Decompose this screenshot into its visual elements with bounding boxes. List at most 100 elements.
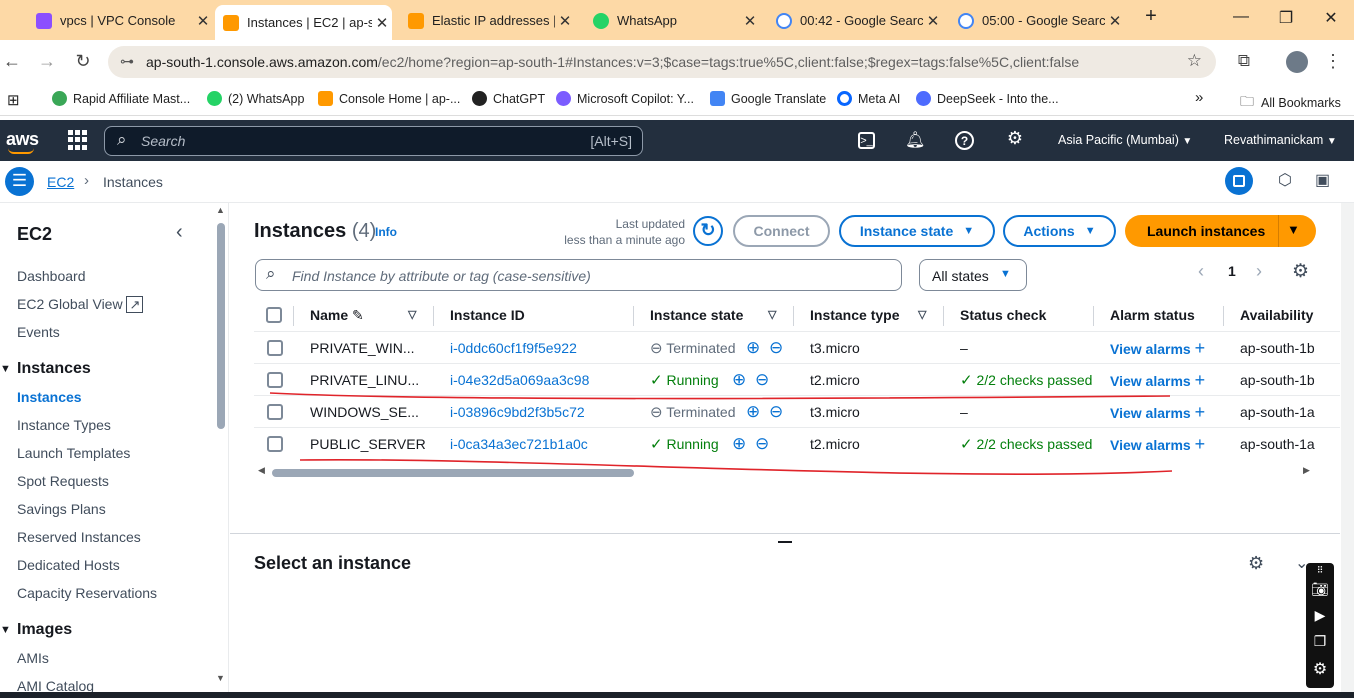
whatsapp-favicon-icon <box>593 12 609 29</box>
bookmark-item[interactable]: ChatGPT <box>472 91 545 106</box>
tab-google-1[interactable]: 00:42 - Google Search ✕ <box>768 6 943 35</box>
sidebar-item-launch-templates[interactable]: Launch Templates <box>17 445 130 461</box>
bottom-taskbar-strip <box>0 692 1354 698</box>
settings-gear-icon[interactable]: ⚙ <box>1310 659 1330 679</box>
sidebar-item-reserved-instances[interactable]: Reserved Instances <box>17 529 141 545</box>
aws-icon <box>318 91 333 106</box>
whatsapp-icon <box>207 91 222 106</box>
new-tab-icon[interactable]: + <box>1136 5 1166 28</box>
url-input[interactable]: ⊶ ap-south-1.console.aws.amazon.com/ec2/… <box>108 46 1216 78</box>
restore-icon[interactable]: ❐ <box>1271 8 1301 28</box>
tab-google-2[interactable]: 05:00 - Google Search ✕ <box>950 6 1125 35</box>
video-icon[interactable]: ▶ <box>1310 607 1330 627</box>
hamburger-menu-icon[interactable]: ☰ <box>5 167 34 196</box>
sidebar-item-instance-types[interactable]: Instance Types <box>17 417 111 433</box>
close-window-icon[interactable]: ✕ <box>1316 8 1346 28</box>
vpc-favicon-icon <box>36 12 52 29</box>
sidebar-section-images[interactable]: Images <box>17 621 72 639</box>
caret-down-icon: ▼ <box>1182 136 1193 147</box>
site-info-icon[interactable]: ⊶ <box>120 53 134 70</box>
aws-console-nav: aws ⌕ Search [Alt+S] >_ 🔔︎ ? ⚙ Asia Paci… <box>0 120 1354 161</box>
panel-settings-icon[interactable]: ▣ <box>1315 170 1330 190</box>
forward-icon[interactable]: → <box>35 51 59 72</box>
sidebar-item-amis[interactable]: AMIs <box>17 650 49 666</box>
breadcrumb-current: Instances <box>103 174 163 190</box>
tab-title: Instances | EC2 | ap-south-1 <box>247 15 372 30</box>
caret-down-icon[interactable]: ▼ <box>0 363 11 375</box>
caret-down-icon[interactable]: ▼ <box>0 624 11 636</box>
split-panel-title: Select an instance <box>254 553 412 573</box>
sidebar-item-instances[interactable]: Instances <box>17 389 82 405</box>
split-panel-divider[interactable] <box>230 533 1340 534</box>
layers-icon[interactable]: ❐ <box>1310 633 1330 653</box>
close-tab-icon[interactable]: ✕ <box>1105 12 1125 30</box>
menu-kebab-icon[interactable]: ⋮ <box>1321 51 1345 72</box>
sidebar-scrollbar[interactable]: ▲ ▼ <box>216 205 226 685</box>
translate-icon <box>710 91 725 106</box>
bookmark-item[interactable]: Google Translate <box>710 91 826 106</box>
bookmark-item[interactable]: Meta AI <box>837 91 900 106</box>
bookmark-item[interactable]: Console Home | ap-... <box>318 91 460 106</box>
sidebar-item-savings-plans[interactable]: Savings Plans <box>17 501 106 517</box>
reload-icon[interactable]: ↻ <box>71 51 95 72</box>
back-icon[interactable]: ← <box>0 51 24 72</box>
region-selector[interactable]: Asia Pacific (Mumbai) ▼ <box>1058 133 1192 147</box>
bookmark-item[interactable]: (2) WhatsApp <box>207 91 304 106</box>
tab-elastic-ip[interactable]: Elastic IP addresses | EC2 ✕ <box>400 6 575 35</box>
sidebar-section-instances[interactable]: Instances <box>17 360 91 378</box>
aws-logo[interactable]: aws <box>6 129 39 154</box>
bookmark-item[interactable]: DeepSeek - Into the... <box>916 91 1059 106</box>
profile-avatar[interactable] <box>1286 51 1308 73</box>
close-tab-icon[interactable]: ✕ <box>923 12 943 30</box>
tab-title: 00:42 - Google Search <box>800 13 923 28</box>
scroll-up-icon[interactable]: ▲ <box>216 205 225 215</box>
sidebar-item-events[interactable]: Events <box>17 324 60 340</box>
sidebar-item-spot-requests[interactable]: Spot Requests <box>17 473 109 489</box>
gear-icon[interactable]: ⚙ <box>1005 128 1025 148</box>
scroll-down-icon[interactable]: ▼ <box>216 673 225 683</box>
all-bookmarks[interactable]: 🗀 All Bookmarks <box>1240 91 1341 115</box>
bell-icon[interactable]: 🔔︎ <box>905 130 925 150</box>
close-tab-icon[interactable]: ✕ <box>372 14 392 32</box>
bookmark-item[interactable]: Microsoft Copilot: Y... <box>556 91 694 106</box>
apps-grid-icon[interactable]: ⊞ <box>7 91 20 109</box>
breadcrumb-ec2[interactable]: EC2 <box>47 174 74 190</box>
sidebar-item-dedicated-hosts[interactable]: Dedicated Hosts <box>17 557 120 573</box>
tab-instances[interactable]: Instances | EC2 | ap-south-1 ✕ <box>215 5 392 40</box>
tab-whatsapp[interactable]: WhatsApp ✕ <box>585 6 760 35</box>
aws-search-input[interactable]: ⌕ Search [Alt+S] <box>104 126 643 156</box>
bookmark-favicon-icon <box>52 91 67 106</box>
ec2-favicon-icon <box>223 14 239 31</box>
tab-vpc[interactable]: vpcs | VPC Console ✕ <box>28 6 213 35</box>
bookmark-item[interactable]: Rapid Affiliate Mast... <box>52 91 190 106</box>
sidebar-item-capacity-reservations[interactable]: Capacity Reservations <box>17 585 157 601</box>
extensions-icon[interactable]: ⧉ <box>1232 51 1256 71</box>
sidebar-item-dashboard[interactable]: Dashboard <box>17 268 86 284</box>
close-tab-icon[interactable]: ✕ <box>193 12 213 30</box>
split-panel-gear-icon[interactable]: ⚙ <box>1248 553 1264 574</box>
deepseek-icon <box>916 91 931 106</box>
sidebar-item-global-view[interactable]: EC2 Global View ↗ <box>17 296 144 313</box>
close-tab-icon[interactable]: ✕ <box>555 12 575 30</box>
close-tab-icon[interactable]: ✕ <box>740 12 760 30</box>
split-panel-icon[interactable] <box>1225 167 1253 195</box>
services-grid-icon[interactable] <box>68 130 88 150</box>
aws-smile-icon <box>8 148 34 154</box>
camera-icon[interactable]: 📷︎ <box>1310 581 1330 601</box>
account-menu[interactable]: Revathimanickam ▼ <box>1224 133 1337 147</box>
ec2-favicon-icon <box>408 12 424 29</box>
hexagon-icon[interactable]: ⬡ <box>1278 170 1292 190</box>
search-placeholder: Search <box>141 133 186 149</box>
help-icon[interactable]: ? <box>955 131 974 150</box>
cloudshell-icon[interactable]: >_ <box>858 132 875 149</box>
tab-title: Elastic IP addresses | EC2 <box>432 13 555 28</box>
star-icon[interactable]: ☆ <box>1187 51 1202 71</box>
tab-title: vpcs | VPC Console <box>60 13 176 28</box>
more-bookmarks-icon[interactable]: » <box>1195 89 1203 106</box>
main-content: Instances (4) Info Last updated less than… <box>230 203 1354 698</box>
chevron-right-icon: › <box>84 172 89 189</box>
sidebar-title: EC2 <box>17 224 53 244</box>
minimize-icon[interactable]: — <box>1226 8 1256 26</box>
drag-handle-icon[interactable] <box>778 541 792 543</box>
collapse-sidebar-icon[interactable]: ‹ <box>176 221 183 244</box>
